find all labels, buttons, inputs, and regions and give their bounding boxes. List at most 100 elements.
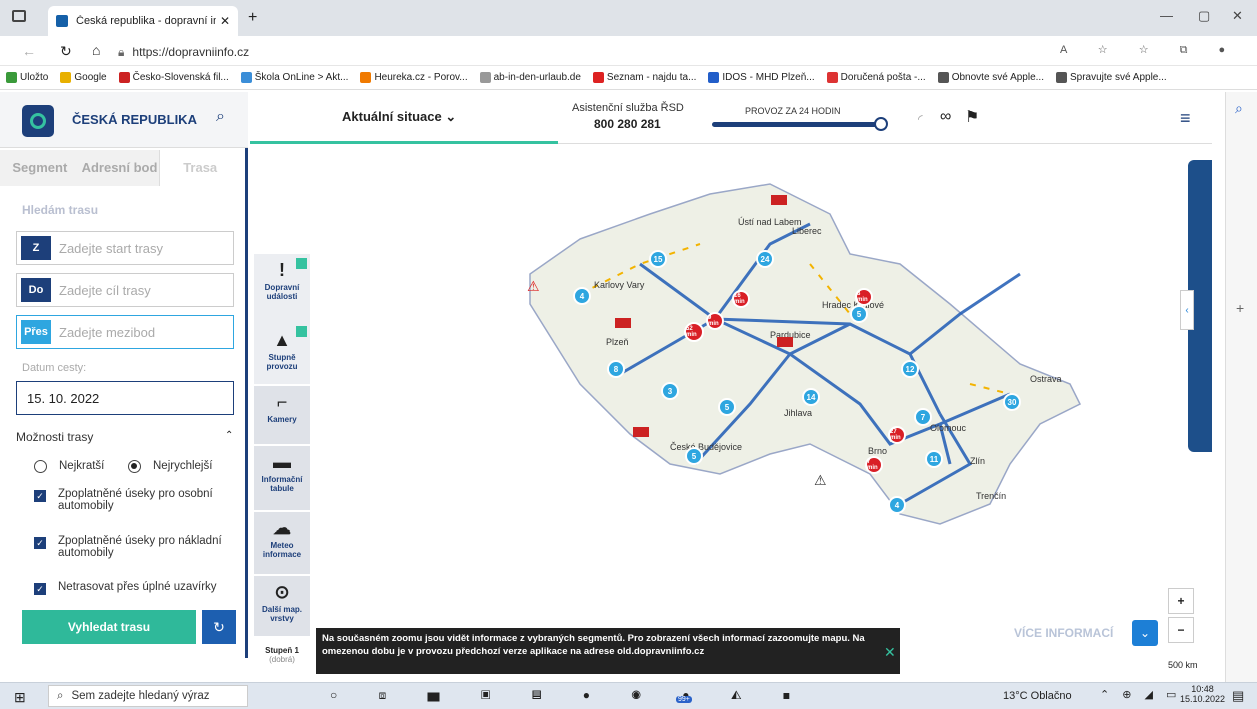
destination-placeholder: Zadejte cíl trasy: [59, 282, 151, 298]
expand-icon[interactable]: ⌄: [1132, 620, 1158, 646]
tab-actions-icon[interactable]: [12, 10, 26, 22]
bookmark-item[interactable]: ab-in-den-urlaub.de: [479, 72, 581, 83]
taskbar-apps[interactable]: ○ ⧈ ▆ ▣ ▤ ● ◉ ● ◭ ◼: [330, 688, 809, 703]
toll-cars-checkbox[interactable]: ✓ Zpoplatněné úseky pro osobní automobily: [34, 488, 224, 512]
roadwork-icon[interactable]: ⚠: [527, 278, 540, 295]
layer-more[interactable]: ⊙ Další map. vrstvy: [254, 576, 310, 636]
windows-start-icon[interactable]: ⊞: [14, 689, 26, 706]
situation-dropdown[interactable]: Aktuální situace ⌄: [342, 109, 456, 125]
close-window-icon[interactable]: ✕: [1232, 8, 1243, 24]
date-input[interactable]: 15. 10. 2022: [16, 381, 234, 415]
start-placeholder: Zadejte start trasy: [59, 240, 164, 256]
closure-icon[interactable]: [615, 318, 631, 328]
link-icon[interactable]: ∞: [940, 108, 951, 126]
close-tab-icon[interactable]: ✕: [220, 14, 230, 28]
address-bar-row: ← ↻ ⌂ 🔒︎ https://dopravniinfo.cz A ☆ ☆ ⧉…: [0, 36, 1257, 66]
roadwork-icon[interactable]: ⚠: [814, 472, 827, 489]
tab-segment[interactable]: Segment: [0, 150, 80, 186]
destination-field[interactable]: Do Zadejte cíl trasy: [16, 273, 234, 307]
add-icon[interactable]: +: [1236, 300, 1244, 316]
browser-tab[interactable]: Česká republika - dopravní infor ✕: [48, 6, 238, 36]
start-field[interactable]: Z Zadejte start trasy: [16, 231, 234, 265]
weather-label[interactable]: 13°C Oblačno: [1003, 690, 1072, 702]
bookmark-item[interactable]: Škola OnLine > Akt...: [240, 72, 348, 83]
toll-trucks-checkbox[interactable]: ✓ Zpoplatněné úseky pro nákladní automobi…: [34, 535, 224, 559]
provoz-slider[interactable]: [712, 122, 882, 127]
bookmark-item[interactable]: Obnovte své Apple...: [937, 72, 1044, 83]
back-icon[interactable]: ←: [22, 43, 36, 59]
refresh-route-icon[interactable]: ↻: [202, 610, 236, 644]
layer-info-boards[interactable]: ▬ Informační tabule: [254, 446, 310, 510]
assist-phone[interactable]: 800 280 281: [594, 117, 661, 131]
traffic-pin[interactable]: 30: [1003, 393, 1021, 411]
bookmark-item[interactable]: Spravujte své Apple...: [1055, 72, 1167, 83]
brand-title: ČESKÁ REPUBLIKA: [72, 112, 197, 127]
traffic-pin[interactable]: 24: [756, 250, 774, 268]
traffic-pin[interactable]: 14: [802, 388, 820, 406]
menu-icon[interactable]: ≡: [1180, 108, 1191, 129]
traffic-pin[interactable]: 12: [901, 360, 919, 378]
traffic-pin[interactable]: 7: [914, 408, 932, 426]
layer-label: Meteo informace: [262, 541, 302, 559]
zoom-in-button[interactable]: +: [1168, 588, 1194, 614]
zoom-out-button[interactable]: −: [1168, 617, 1194, 643]
bookmark-item[interactable]: Česko-Slovenská fil...: [118, 72, 229, 83]
closure-icon[interactable]: [777, 337, 793, 347]
new-tab-icon[interactable]: +: [248, 9, 257, 27]
traffic-pin[interactable]: 5: [718, 398, 736, 416]
traffic-pin[interactable]: 15: [649, 250, 667, 268]
avoid-closures-checkbox[interactable]: ✓ Netrasovat přes úplné uzavírky: [34, 581, 234, 595]
bookmark-item[interactable]: Doručená pošta -...: [826, 72, 926, 83]
closure-icon[interactable]: [633, 427, 649, 437]
toll-cars-label: Zpoplatněné úseky pro osobní automobily: [58, 488, 213, 512]
close-notice-icon[interactable]: ✕: [884, 644, 896, 661]
restore-icon[interactable]: ▢: [1198, 8, 1210, 24]
traffic-pin[interactable]: 5: [850, 305, 868, 323]
delay-pin[interactable]: 7 min: [865, 456, 883, 474]
app-logo-icon[interactable]: [22, 105, 54, 137]
search-sidebar-icon[interactable]: ⌕: [1235, 100, 1243, 117]
chevron-up-icon[interactable]: ⌃: [225, 430, 233, 441]
delay-pin[interactable]: 52 min: [684, 322, 704, 342]
search-icon[interactable]: ⌕: [216, 108, 225, 126]
minimize-icon[interactable]: —: [1160, 8, 1173, 23]
clock-time: 10:48: [1191, 684, 1214, 694]
bookmark-item[interactable]: Seznam - najdu ta...: [592, 72, 696, 83]
traffic-pin[interactable]: 4: [888, 496, 906, 514]
search-route-button[interactable]: Vyhledat trasu: [22, 610, 196, 644]
tab-adresni-bod[interactable]: Adresní bod: [80, 150, 161, 186]
waypoint-field[interactable]: Přes Zadejte mezibod: [16, 315, 234, 349]
layer-cameras[interactable]: ⌐ Kamery: [254, 386, 310, 444]
url-field[interactable]: 🔒︎ https://dopravniinfo.cz: [118, 42, 1218, 62]
traffic-pin[interactable]: 5: [685, 447, 703, 465]
zoom-notice: Na současném zoomu jsou vidět informace …: [316, 628, 900, 674]
tab-trasa[interactable]: Trasa: [160, 150, 241, 186]
route-heading: Hledám trasu: [22, 203, 99, 217]
layer-meteo[interactable]: ☁ Meteo informace: [254, 512, 310, 574]
traffic-pin[interactable]: 8: [607, 360, 625, 378]
drawer-toggle-icon[interactable]: ‹: [1180, 290, 1194, 330]
traffic-pin[interactable]: 3: [661, 382, 679, 400]
refresh-icon[interactable]: ↻: [60, 43, 72, 60]
more-info-label[interactable]: VÍCE INFORMACÍ: [1014, 626, 1113, 640]
bookmark-item[interactable]: Uložto: [6, 72, 48, 83]
closure-icon[interactable]: [771, 195, 787, 205]
slider-handle[interactable]: [874, 117, 888, 131]
clock[interactable]: 10:48 15.10.2022: [1180, 684, 1225, 704]
taskbar-search[interactable]: ⌕ Sem zadejte hledaný výraz: [48, 685, 248, 707]
tray-icons[interactable]: ⌃ ⊕ ◢ ▭: [1100, 688, 1181, 701]
flag-icon[interactable]: ⚑: [965, 107, 979, 127]
traffic-pin[interactable]: 11: [925, 450, 943, 468]
home-icon[interactable]: ⌂: [92, 42, 100, 58]
delay-pin[interactable]: 9 min: [706, 312, 724, 330]
waypoint-prefix: Přes: [21, 320, 51, 344]
toolbar-icons[interactable]: A ☆ ☆ ⧉ ● ⋯: [1060, 43, 1257, 57]
bookmark-item[interactable]: Heureka.cz - Porov...: [360, 72, 468, 83]
delay-pin[interactable]: 8 min: [855, 288, 873, 306]
bookmark-item[interactable]: Google: [60, 72, 107, 83]
delay-pin[interactable]: 27 min: [888, 426, 906, 444]
notifications-icon[interactable]: ▤: [1232, 688, 1244, 704]
traffic-pin[interactable]: 4: [573, 287, 591, 305]
bookmark-item[interactable]: IDOS - MHD Plzeň...: [708, 72, 815, 83]
delay-pin[interactable]: 16 min: [732, 290, 750, 308]
